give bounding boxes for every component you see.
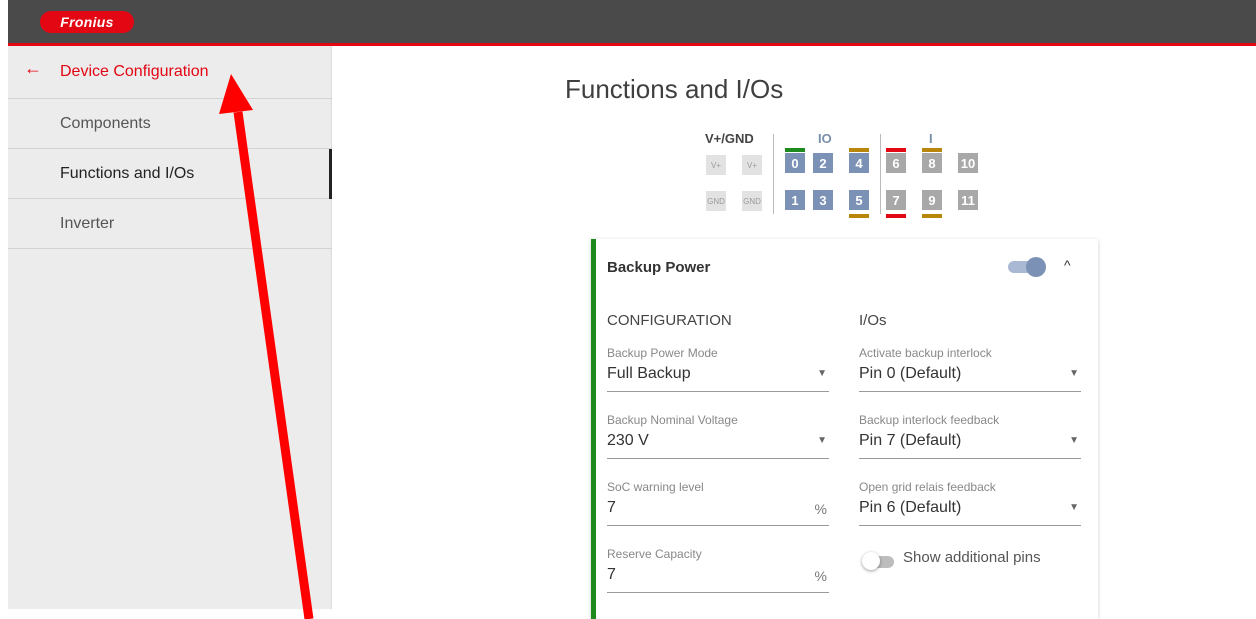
annotation-arrow: [219, 74, 314, 619]
annotation-arrow-shaft: [233, 111, 314, 619]
annotation-arrow-head: [219, 74, 253, 114]
